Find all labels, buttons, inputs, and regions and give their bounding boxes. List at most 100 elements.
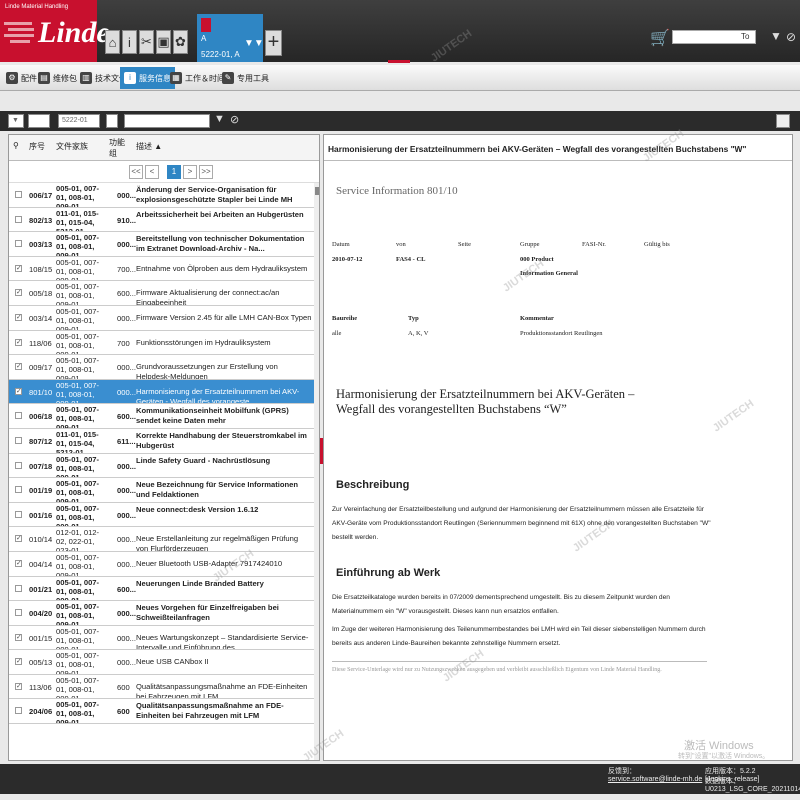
table-row[interactable]: ✓ 001/15 005-01, 007-01, 008-01, 009-01 000… bbox=[9, 626, 314, 651]
row-checkbox[interactable]: ✓ bbox=[15, 338, 22, 346]
scroll-thumb[interactable] bbox=[315, 187, 319, 195]
row-checkbox[interactable] bbox=[15, 240, 22, 248]
row-description: Neue Bezeichnung für Service Information… bbox=[136, 480, 299, 500]
table-row[interactable]: ✓ 005/18 005-01, 007-01, 008-01, 009-01 600… bbox=[9, 281, 314, 306]
table-row[interactable]: ✓ 005/13 005-01, 007-01, 008-01, 009-01 000… bbox=[9, 650, 314, 675]
col-grp-header-1[interactable]: 功能 bbox=[109, 137, 125, 148]
filter-field-2[interactable] bbox=[106, 114, 118, 128]
print-icon[interactable] bbox=[776, 114, 790, 128]
search-input[interactable]: To bbox=[672, 30, 756, 44]
list-scrollbar[interactable] bbox=[314, 183, 319, 760]
row-checkbox[interactable] bbox=[15, 412, 22, 420]
table-row[interactable]: 001/21 005-01, 007-01, 008-01, 009-01 600.… bbox=[9, 577, 314, 602]
feedback-email-link[interactable]: service.software@linde-mh.de bbox=[608, 776, 702, 783]
row-checkbox[interactable]: ✓ bbox=[15, 535, 22, 543]
row-description: Neue USB CANbox II bbox=[136, 657, 209, 667]
nav-kit[interactable]: ▤ 维修包 bbox=[34, 67, 81, 89]
table-row[interactable]: ✓ 801/10 005-01, 007-01, 008-01, 009-01 000… bbox=[9, 379, 314, 405]
col-doc-header[interactable]: 文件家族 bbox=[56, 141, 88, 152]
row-checkbox[interactable] bbox=[15, 510, 22, 518]
row-checkbox[interactable]: ✓ bbox=[15, 682, 22, 690]
row-group: 600... bbox=[117, 289, 136, 299]
filter-icon[interactable]: ▼ bbox=[214, 113, 225, 125]
row-checkbox[interactable]: ✓ bbox=[15, 633, 22, 641]
table-row[interactable]: 802/13 011-01, 015-01, 015-04, 5212-01 ..… bbox=[9, 208, 314, 233]
pager-prev[interactable]: < bbox=[145, 165, 159, 179]
filter-text-input[interactable] bbox=[124, 114, 210, 128]
row-description: Grundvoraussetzungen zur Erstellung von … bbox=[136, 362, 278, 380]
row-doc-family: 005-01, 007-01, 008-01, 009-01 bbox=[56, 700, 100, 725]
table-row[interactable]: ✓ 009/17 005-01, 007-01, 008-01, 009-01 000… bbox=[9, 355, 314, 380]
info-circle-icon: i bbox=[124, 72, 136, 84]
home-icon[interactable]: ⌂ bbox=[105, 30, 120, 54]
pager-last[interactable]: >> bbox=[199, 165, 213, 179]
row-description: Neuer Bluetooth USB-Adapter 7917424010 bbox=[136, 558, 283, 568]
cart-icon[interactable]: 🛒 bbox=[650, 28, 670, 48]
row-checkbox[interactable] bbox=[15, 609, 22, 617]
status-bar: 反馈到： service.software@linde-mh.de 应用版本：5… bbox=[0, 764, 800, 794]
meta-fasi-header: FASI-Nr. bbox=[582, 241, 606, 248]
table-row[interactable]: ✓ 010/14 012-01, 012-02, 022-01, 023-01 ..… bbox=[9, 527, 314, 552]
model-tab[interactable]: A 5222-01, A ▼▼ bbox=[197, 14, 264, 62]
meta-comment-header: Kommentar bbox=[520, 315, 554, 322]
row-group: 611... bbox=[117, 436, 136, 446]
info-icon[interactable]: i bbox=[122, 30, 137, 54]
row-checkbox[interactable]: ✓ bbox=[15, 363, 22, 371]
col-grp-header-2[interactable]: 组 bbox=[109, 148, 117, 159]
nav-special-tools[interactable]: ✎ 专用工具 bbox=[218, 67, 273, 89]
row-number: 003/14 bbox=[29, 313, 53, 323]
row-checkbox[interactable]: ✓ bbox=[15, 313, 22, 321]
chevron-down-icon[interactable]: ▼▼ bbox=[244, 38, 264, 49]
row-checkbox[interactable] bbox=[15, 584, 22, 592]
table-row[interactable]: ✓ 004/14 005-01, 007-01, 008-01, 009-01 000… bbox=[9, 552, 314, 577]
table-row[interactable]: ✓ 118/06 005-01, 007-01, 008-01, 009-01 700… bbox=[9, 331, 314, 356]
table-row[interactable]: 001/19 005-01, 007-01, 008-01, 009-01 000.… bbox=[9, 478, 314, 503]
row-checkbox[interactable] bbox=[15, 486, 22, 494]
row-checkbox[interactable]: ✓ bbox=[15, 387, 22, 395]
meta-from: FAS4 - CL bbox=[396, 256, 426, 263]
nav-special-tools-label: 专用工具 bbox=[237, 73, 269, 83]
row-doc-family: 005-01, 007-01, 008-01, 009-01 bbox=[56, 479, 100, 503]
table-row[interactable]: 001/16 005-01, 007-01, 008-01, 009-01 000.… bbox=[9, 503, 314, 528]
table-row[interactable]: 007/18 005-01, 007-01, 008-01, 009-01 000.… bbox=[9, 454, 314, 479]
pager-next[interactable]: > bbox=[183, 165, 197, 179]
row-checkbox[interactable] bbox=[15, 707, 22, 715]
table-row[interactable]: 003/13 005-01, 007-01, 008-01, 009-01 000.… bbox=[9, 232, 314, 257]
table-row[interactable]: 004/20 005-01, 007-01, 008-01, 009-01 000.… bbox=[9, 601, 314, 626]
row-doc-family: 011-01, 015-01, 015-04, 5212-01 ... bbox=[56, 429, 99, 454]
col-no-header[interactable]: 序号 bbox=[29, 141, 45, 152]
row-checkbox[interactable] bbox=[15, 436, 22, 444]
row-group: 000... bbox=[117, 535, 136, 545]
table-row[interactable]: 006/17 005-01, 007-01, 008-01, 009-01 000.… bbox=[9, 183, 314, 208]
tools-icon[interactable]: ✂ bbox=[139, 30, 154, 54]
table-row[interactable]: 006/18 005-01, 007-01, 008-01, 009-01 600.… bbox=[9, 404, 314, 429]
pager-current[interactable]: 1 bbox=[167, 165, 181, 179]
clear-filter-icon[interactable]: ⊘ bbox=[786, 30, 796, 44]
meta-type-header: Typ bbox=[408, 315, 419, 322]
row-checkbox[interactable] bbox=[15, 191, 22, 198]
pager-first[interactable]: << bbox=[129, 165, 143, 179]
clear-filter-icon[interactable]: ⊘ bbox=[230, 113, 239, 126]
row-checkbox[interactable]: ✓ bbox=[15, 658, 22, 666]
row-checkbox[interactable]: ✓ bbox=[15, 264, 22, 272]
add-tab-button[interactable]: + bbox=[265, 30, 282, 56]
table-row[interactable]: 807/12 011-01, 015-01, 015-04, 5212-01 ..… bbox=[9, 429, 314, 454]
table-row[interactable]: ✓ 003/14 005-01, 007-01, 008-01, 009-01 000… bbox=[9, 306, 314, 331]
filter-field-1[interactable] bbox=[28, 114, 50, 128]
row-group: 700... bbox=[117, 264, 136, 274]
filter-dropdown[interactable]: ▼ bbox=[8, 114, 24, 128]
row-checkbox[interactable]: ✓ bbox=[15, 559, 22, 567]
filter-icon[interactable]: ▼ bbox=[770, 29, 782, 43]
meta-page-header: Seite bbox=[458, 241, 471, 248]
table-row[interactable]: 204/06 005-01, 007-01, 008-01, 009-01 600 Q… bbox=[9, 699, 314, 725]
row-checkbox[interactable] bbox=[15, 215, 22, 223]
row-checkbox[interactable] bbox=[15, 461, 22, 469]
model-select[interactable]: 5222-01 bbox=[58, 114, 100, 128]
gear-icon[interactable]: ✿ bbox=[173, 30, 188, 54]
row-group: 600... bbox=[117, 584, 136, 594]
table-row[interactable]: ✓ 113/06 005-01, 007-01, 008-01, 009-01 600… bbox=[9, 675, 314, 700]
table-row[interactable]: ✓ 108/15 005-01, 007-01, 008-01, 009-01 700… bbox=[9, 257, 314, 282]
row-checkbox[interactable]: ✓ bbox=[15, 289, 22, 297]
col-desc-header[interactable]: 描述 ▲ bbox=[136, 141, 162, 152]
truck-icon[interactable]: ▣ bbox=[156, 30, 171, 54]
